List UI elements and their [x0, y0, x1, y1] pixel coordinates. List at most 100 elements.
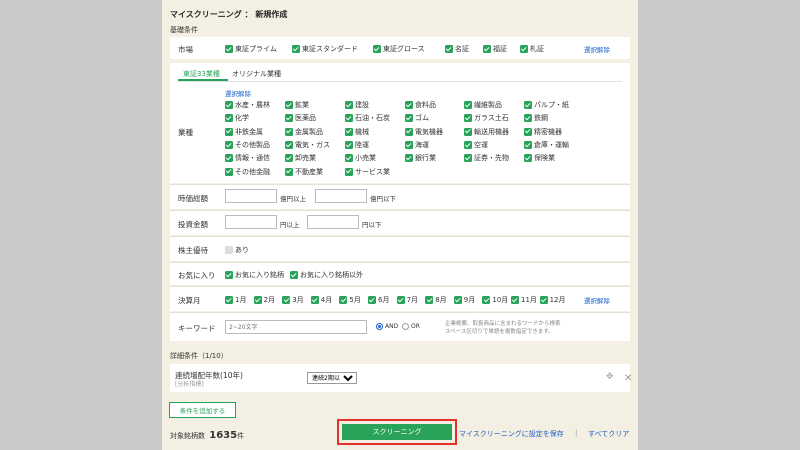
industry-checkbox[interactable]: 水産・農林: [225, 100, 270, 110]
investment-to-unit: 円以下: [362, 221, 382, 229]
industry-checkbox[interactable]: 電気・ガス: [285, 140, 330, 150]
industry-checkbox[interactable]: 空運: [464, 140, 488, 150]
industry-checkbox[interactable]: ガラス土石: [464, 113, 509, 123]
month-checkbox[interactable]: 1月: [225, 295, 246, 305]
month-checkbox[interactable]: 10月: [482, 295, 508, 305]
clear-all-link[interactable]: すべてクリア: [588, 429, 629, 439]
detail-condition-item: 連続増配年数(10年) [分析指標] 連続2期以上 ✥: [170, 364, 630, 392]
industry-checkbox[interactable]: 倉庫・運輸: [524, 140, 569, 150]
investment-row: 投資金額 円以上 円以下: [170, 211, 630, 235]
industry-checkbox[interactable]: 繊維製品: [464, 100, 502, 110]
month-checkbox[interactable]: 3月: [282, 295, 304, 305]
add-condition-button[interactable]: 条件を追加する: [169, 402, 236, 418]
favorites-checkbox[interactable]: お気に入り銘柄: [225, 270, 284, 280]
market-row: 市場 東証プライム 東証スタンダード 東証グロース 名証 福証 札証 選択解除: [170, 37, 630, 59]
market-cap-from-unit: 億円以上: [280, 195, 306, 203]
month-checkbox[interactable]: 12月: [539, 295, 566, 305]
month-checkbox[interactable]: 7月: [396, 295, 418, 305]
keyword-or-radio[interactable]: OR: [402, 323, 420, 330]
industry-checkbox[interactable]: 陸運: [345, 140, 369, 150]
market-cap-row: 時価総額 億円以上 億円以下: [170, 185, 630, 209]
industry-checkbox[interactable]: 証券・先物: [464, 153, 509, 163]
industry-checkbox[interactable]: 化学: [225, 113, 249, 123]
industry-checkbox[interactable]: 保険業: [524, 153, 555, 163]
keyword-note-2: スペース区切りで単語を複数指定できます。: [445, 329, 554, 335]
market-cap-from-input[interactable]: [225, 189, 277, 203]
detail-conditions-label: 詳細条件（1/10）: [170, 352, 228, 360]
month-checkbox[interactable]: 6月: [368, 295, 389, 305]
save-screening-link[interactable]: マイスクリーニングに設定を保存: [459, 429, 564, 439]
market-checkbox[interactable]: 東証スタンダード: [292, 44, 358, 54]
industry-checkbox[interactable]: 電気機器: [405, 127, 443, 137]
favorites-row: お気に入り お気に入り銘柄 お気に入り銘柄以外: [170, 263, 630, 285]
keyword-label: キーワード: [178, 324, 216, 333]
market-checkbox[interactable]: 東証プライム: [225, 44, 277, 54]
month-checkbox[interactable]: 4月: [310, 295, 332, 305]
industry-label: 業種: [178, 128, 193, 137]
investment-from-input[interactable]: [225, 215, 277, 229]
non-favorites-checkbox[interactable]: お気に入り銘柄以外: [290, 270, 363, 280]
tab-tse33[interactable]: 東証33業種: [183, 69, 220, 79]
shareholder-checkbox[interactable]: あり: [225, 245, 249, 255]
page-title: マイスクリーニング ： 新規作成: [170, 10, 288, 19]
investment-to-input[interactable]: [307, 215, 359, 229]
industry-checkbox[interactable]: 金属製品: [285, 127, 323, 137]
market-deselect-link[interactable]: 選択解除: [584, 44, 610, 54]
industry-deselect-link[interactable]: 選択解除: [225, 88, 251, 98]
industry-checkbox[interactable]: 輸送用機器: [464, 127, 509, 137]
industry-checkbox[interactable]: 鉄鋼: [524, 113, 548, 123]
market-checkbox[interactable]: 札証: [520, 44, 544, 54]
tab-original[interactable]: オリジナル業種: [232, 69, 281, 79]
industry-checkbox[interactable]: 銀行業: [405, 153, 436, 163]
result-number: 1635: [209, 430, 238, 441]
market-checkbox[interactable]: 福証: [483, 44, 507, 54]
move-handle-icon[interactable]: ✥: [606, 372, 614, 382]
month-checkbox[interactable]: 9月: [453, 295, 475, 305]
month-deselect-link[interactable]: 選択解除: [584, 295, 610, 305]
detail-condition-select[interactable]: 連続2期以上: [307, 372, 357, 384]
month-checkbox[interactable]: 5月: [339, 295, 361, 305]
month-checkbox[interactable]: 2月: [253, 295, 275, 305]
detail-condition-sub: [分析指標]: [175, 381, 204, 388]
industry-checkbox[interactable]: ゴム: [405, 113, 429, 123]
market-checkbox[interactable]: 名証: [445, 44, 469, 54]
industry-checkbox[interactable]: 鉱業: [285, 100, 309, 110]
industry-checkbox[interactable]: その他金融: [225, 167, 270, 177]
industry-checkbox[interactable]: 海運: [405, 140, 429, 150]
month-checkbox[interactable]: 8月: [425, 295, 447, 305]
industry-checkbox[interactable]: 機械: [345, 127, 369, 137]
industry-checkbox[interactable]: パルプ・紙: [524, 100, 569, 110]
shareholder-label: 株主優待: [178, 246, 208, 255]
market-cap-to-input[interactable]: [315, 189, 367, 203]
investment-label: 投資金額: [178, 220, 208, 229]
close-icon[interactable]: ✕: [624, 373, 632, 384]
fiscal-month-row: 決算月 1月 2月 3月 4月 5月 6月 7月 8月 9月 10月 11月 12月 選択解除: [170, 287, 630, 311]
month-checkbox[interactable]: 11月: [511, 295, 537, 305]
industry-checkbox[interactable]: その他製品: [225, 140, 270, 150]
market-cap-to-unit: 億円以下: [370, 195, 396, 203]
shareholder-row: 株主優待 あり: [170, 237, 630, 261]
industry-checkbox[interactable]: 石油・石炭: [345, 113, 390, 123]
favorites-label: お気に入り: [178, 271, 216, 280]
industry-checkbox[interactable]: 建設: [345, 100, 369, 110]
industry-checkbox[interactable]: 不動産業: [285, 167, 323, 177]
result-label: 対象銘柄数: [170, 432, 205, 440]
result-unit: 件: [237, 432, 245, 440]
industry-checkbox[interactable]: 情報・通信: [225, 153, 270, 163]
market-checkbox[interactable]: 東証グロース: [373, 44, 425, 54]
industry-checkbox[interactable]: 食料品: [405, 100, 436, 110]
tab-divider: [178, 81, 622, 82]
industry-checkbox[interactable]: 医薬品: [285, 113, 316, 123]
industry-checkbox[interactable]: 卸売業: [285, 153, 316, 163]
industry-checkbox[interactable]: サービス業: [345, 167, 390, 177]
screening-button[interactable]: スクリーニング: [342, 424, 452, 440]
investment-from-unit: 円以上: [280, 221, 300, 229]
market-cap-label: 時価総額: [178, 194, 208, 203]
industry-checkbox[interactable]: 非鉄金属: [225, 127, 263, 137]
industry-checkbox[interactable]: 精密機器: [524, 127, 562, 137]
keyword-note-1: 企業概要、取扱商品に含まれるワードから検索: [445, 321, 561, 327]
keyword-input[interactable]: [225, 320, 367, 334]
industry-checkbox[interactable]: 小売業: [345, 153, 376, 163]
keyword-row: キーワード AND OR 企業概要、取扱商品に含まれるワードから検索 スペース区…: [170, 313, 630, 341]
keyword-and-radio[interactable]: AND: [376, 323, 398, 330]
